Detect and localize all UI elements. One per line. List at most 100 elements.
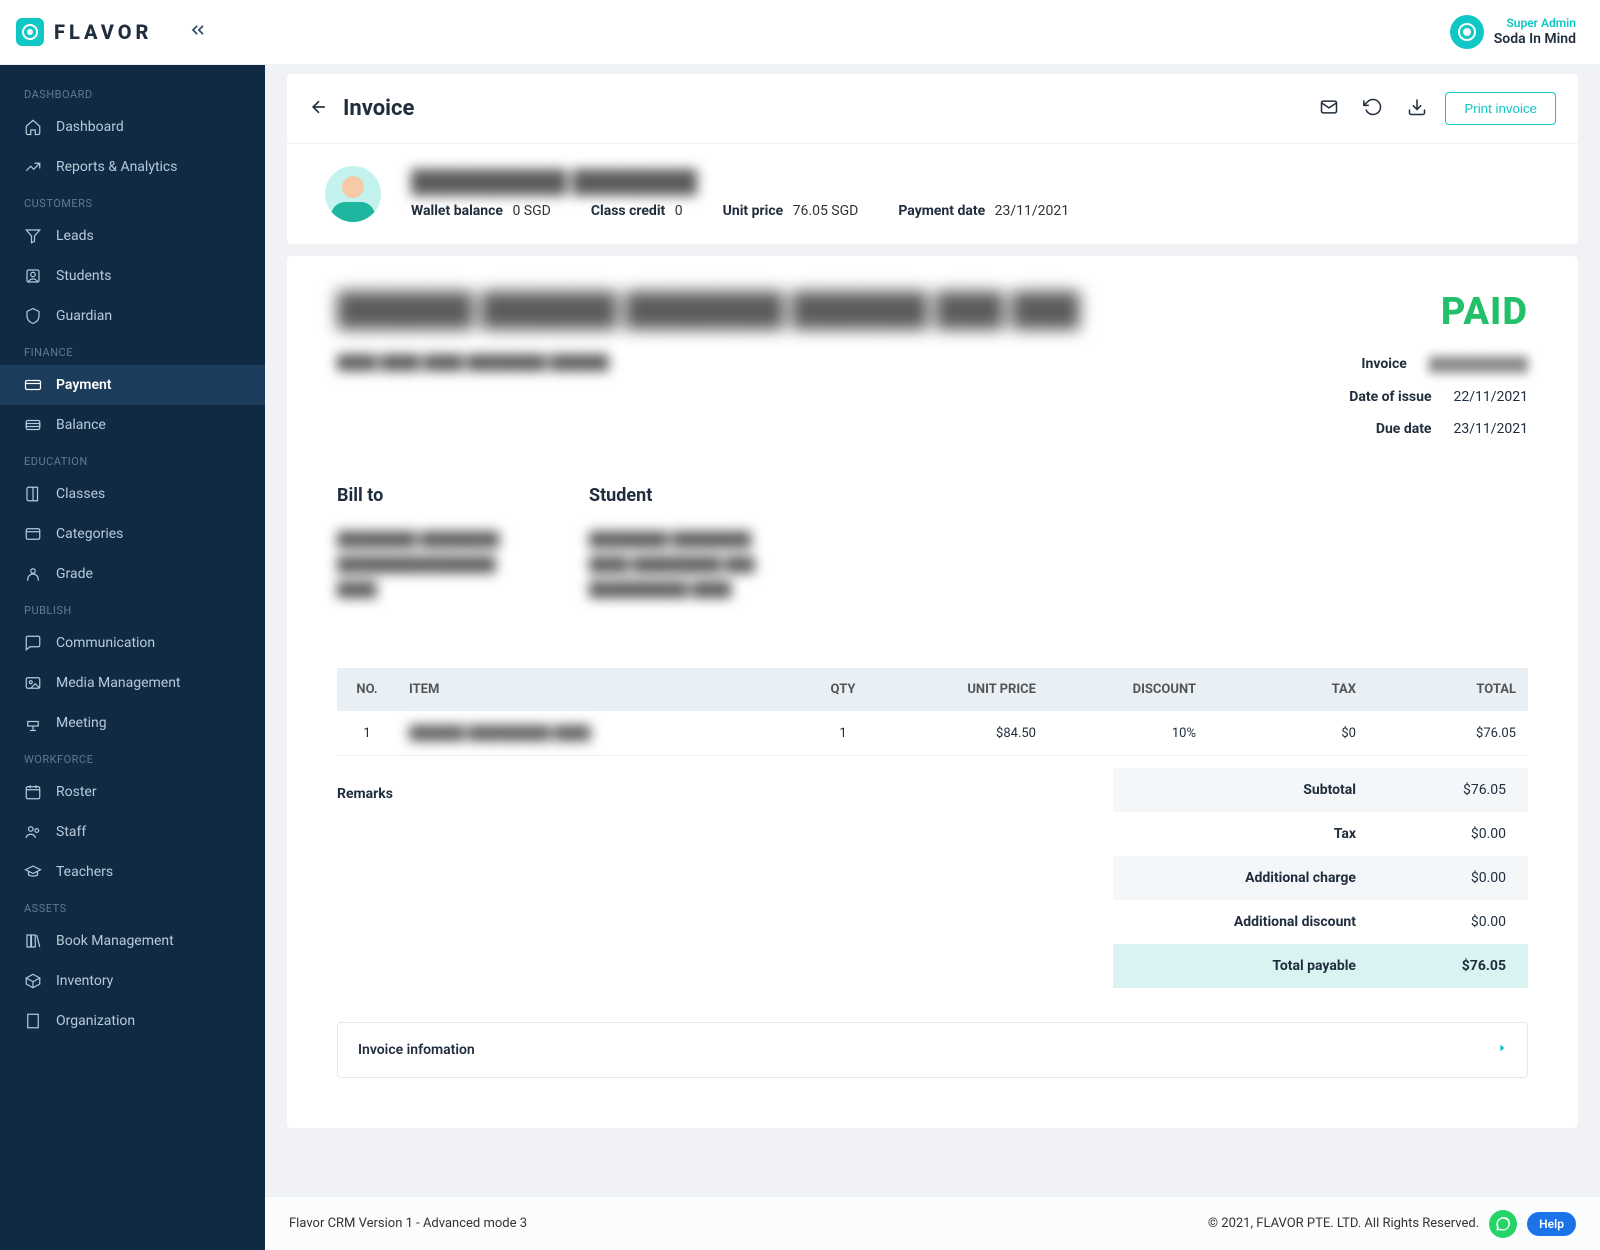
wallet-icon (24, 416, 42, 434)
sidebar-item-label: Categories (56, 526, 123, 542)
podium-icon (24, 714, 42, 732)
library-icon (24, 932, 42, 950)
user-icon (24, 267, 42, 285)
media-icon (24, 674, 42, 692)
payment-date-stat: Payment date 23/11/2021 (898, 203, 1069, 219)
sidebar-item-media[interactable]: Media Management (0, 663, 265, 703)
class-credit-stat: Class credit 0 (591, 203, 683, 219)
profile-role: Super Admin (1494, 16, 1576, 30)
help-button[interactable]: Help (1527, 1212, 1576, 1236)
customer-summary: ██████████ ████████ Wallet balance 0 SGD… (287, 143, 1578, 244)
customer-avatar-icon (325, 166, 381, 222)
sidebar-item-label: Book Management (56, 933, 174, 949)
sidebar-collapse-button[interactable] (188, 20, 208, 44)
footer: Flavor CRM Version 1 - Advanced mode 3 ©… (265, 1196, 1600, 1250)
email-invoice-button[interactable] (1319, 97, 1339, 121)
sidebar-item-dashboard[interactable]: Dashboard (0, 107, 265, 147)
sidebar-item-label: Leads (56, 228, 94, 244)
sidebar-item-leads[interactable]: Leads (0, 216, 265, 256)
footer-copyright: © 2021, FLAVOR PTE. LTD. All Rights Rese… (1208, 1216, 1479, 1231)
bill-to-label: Bill to (337, 485, 517, 506)
book-icon (24, 485, 42, 503)
building-icon (24, 1012, 42, 1030)
page-title: Invoice (343, 96, 414, 121)
sidebar-item-bookmgmt[interactable]: Book Management (0, 921, 265, 961)
sidebar-item-label: Payment (56, 377, 112, 393)
grade-icon (24, 565, 42, 583)
issue-date: 22/11/2021 (1454, 389, 1529, 405)
subtotal-row: Subtotal $76.05 (1113, 768, 1529, 812)
col-unitprice: UNIT PRICE (888, 668, 1048, 711)
sidebar-item-classes[interactable]: Classes (0, 474, 265, 514)
sidebar-item-label: Teachers (56, 864, 113, 880)
page-header-card: Invoice Print invoice ██████████ ███████… (287, 74, 1578, 244)
sidebar-item-inventory[interactable]: Inventory (0, 961, 265, 1001)
bill-to-details: ████████ ████████ ████████████████ ████ (337, 528, 517, 618)
sidebar-group-label: ASSETS (0, 892, 265, 921)
issue-date-label: Date of issue (1349, 389, 1431, 405)
sidebar-item-label: Students (56, 268, 111, 284)
brand-name: FLAVOR (54, 20, 152, 44)
col-item: ITEM (397, 668, 798, 711)
download-button[interactable] (1407, 97, 1427, 121)
sidebar-item-communication[interactable]: Communication (0, 623, 265, 663)
table-row: 1 ██████ █████████ ████ 1 $84.50 10% $0 … (337, 711, 1528, 756)
topbar: FLAVOR Super Admin Soda In Mind (0, 0, 1600, 64)
brand-logo[interactable]: FLAVOR (16, 18, 152, 46)
sidebar-item-label: Balance (56, 417, 106, 433)
invoice-status-badge: PAID (1168, 290, 1528, 334)
remarks-label: Remarks (337, 786, 697, 802)
sidebar-item-label: Grade (56, 566, 93, 582)
profile-menu[interactable]: Super Admin Soda In Mind (1450, 15, 1576, 49)
sidebar-item-meeting[interactable]: Meeting (0, 703, 265, 743)
sidebar-item-guardian[interactable]: Guardian (0, 296, 265, 336)
sidebar-group-label: PUBLISH (0, 594, 265, 623)
sidebar-item-label: Media Management (56, 675, 181, 691)
calendar-icon (24, 783, 42, 801)
company-name: ██████ ██████ ███████ ██████ ███ ███ (337, 290, 1168, 328)
sidebar-item-grade[interactable]: Grade (0, 554, 265, 594)
sidebar-item-payment[interactable]: Payment (0, 365, 265, 405)
mortar-icon (24, 863, 42, 881)
sidebar-item-students[interactable]: Students (0, 256, 265, 296)
invoice-info-accordion[interactable]: Invoice infomation (337, 1022, 1528, 1078)
box-icon (24, 972, 42, 990)
footer-version: Flavor CRM Version 1 - Advanced mode 3 (289, 1216, 527, 1231)
unit-price-stat: Unit price 76.05 SGD (723, 203, 859, 219)
sidebar-item-roster[interactable]: Roster (0, 772, 265, 812)
student-details: ████████ ████████ ████ █████████ ███ ███… (589, 528, 769, 618)
sidebar-item-teachers[interactable]: Teachers (0, 852, 265, 892)
whatsapp-button[interactable] (1489, 1210, 1517, 1238)
invoice-items-table: NO. ITEM QTY UNIT PRICE DISCOUNT TAX TOT… (337, 668, 1528, 756)
invoice-card: ██████ ██████ ███████ ██████ ███ ███ ███… (287, 256, 1578, 1128)
sidebar-group-label: FINANCE (0, 336, 265, 365)
chart-icon (24, 158, 42, 176)
sidebar-item-label: Reports & Analytics (56, 159, 178, 175)
sidebar-item-categories[interactable]: Categories (0, 514, 265, 554)
back-button[interactable] (309, 97, 329, 121)
sidebar-item-label: Guardian (56, 308, 112, 324)
revert-button[interactable] (1363, 97, 1383, 121)
sidebar-item-staff[interactable]: Staff (0, 812, 265, 852)
main-content: Invoice Print invoice ██████████ ███████… (265, 64, 1600, 1196)
sidebar-item-label: Dashboard (56, 119, 124, 135)
card-icon (24, 376, 42, 394)
col-total: TOTAL (1368, 668, 1528, 711)
col-no: NO. (337, 668, 397, 711)
sidebar-group-label: EDUCATION (0, 445, 265, 474)
sidebar-item-label: Staff (56, 824, 86, 840)
student-label: Student (589, 485, 769, 506)
sidebar-item-label: Roster (56, 784, 97, 800)
print-invoice-button[interactable]: Print invoice (1445, 92, 1556, 125)
sidebar-item-organization[interactable]: Organization (0, 1001, 265, 1041)
sidebar-group-label: WORKFORCE (0, 743, 265, 772)
wallet-balance-stat: Wallet balance 0 SGD (411, 203, 551, 219)
payable-row: Total payable $76.05 (1113, 944, 1529, 988)
invoice-no: ██████████ (1429, 356, 1528, 373)
logo-icon (16, 18, 44, 46)
sidebar: DASHBOARDDashboardReports & AnalyticsCUS… (0, 64, 265, 1250)
sidebar-item-balance[interactable]: Balance (0, 405, 265, 445)
sidebar-item-reports[interactable]: Reports & Analytics (0, 147, 265, 187)
tax-row: Tax $0.00 (1113, 812, 1529, 856)
adddisc-row: Additional discount $0.00 (1113, 900, 1529, 944)
